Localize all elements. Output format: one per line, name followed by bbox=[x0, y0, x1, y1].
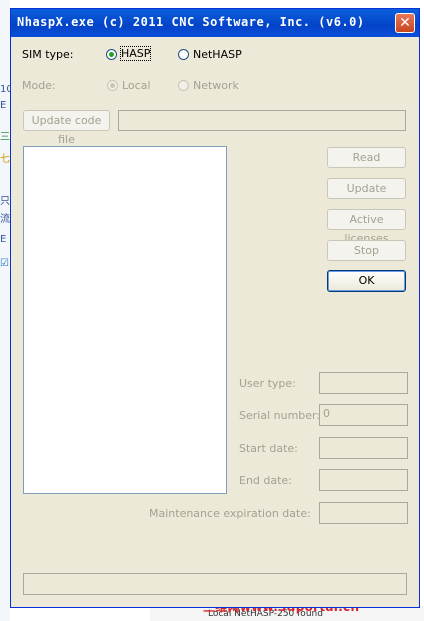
read-button[interactable]: Read bbox=[327, 147, 406, 168]
background-checkbox-icon: ☑ bbox=[0, 258, 9, 269]
status-bar bbox=[23, 573, 407, 595]
serial-number-field[interactable]: 0 bbox=[319, 404, 408, 426]
start-date-field[interactable] bbox=[319, 437, 408, 459]
close-button[interactable]: ✕ bbox=[395, 13, 415, 33]
mode-label: Mode: bbox=[22, 79, 56, 92]
mode-network-label[interactable]: Network bbox=[193, 79, 239, 92]
radio-selected-dot bbox=[110, 83, 115, 88]
code-file-path-field[interactable] bbox=[118, 110, 406, 131]
sim-type-nethasp-label[interactable]: NetHASP bbox=[193, 48, 242, 61]
background-text-fragment: 七 bbox=[0, 154, 10, 165]
window-title: NhaspX.exe (c) 2011 CNC Software, Inc. (… bbox=[17, 15, 365, 29]
read-button-label: Read bbox=[352, 151, 381, 164]
maintenance-expiration-field[interactable] bbox=[319, 502, 408, 524]
serial-number-label: Serial number: bbox=[239, 409, 321, 422]
start-date-label: Start date: bbox=[239, 442, 298, 455]
mode-local-label[interactable]: Local bbox=[122, 79, 151, 92]
stop-button-label: Stop bbox=[353, 244, 379, 257]
maintenance-expiration-label: Maintenance expiration date: bbox=[149, 507, 311, 520]
update-button-label: Update bbox=[346, 182, 387, 195]
background-text-fragment: E bbox=[0, 100, 7, 111]
output-listbox[interactable] bbox=[23, 146, 227, 494]
background-text-fragment: 流 bbox=[0, 214, 10, 225]
sim-type-hasp-radio[interactable] bbox=[106, 49, 117, 60]
sim-type-nethasp-radio[interactable] bbox=[178, 49, 189, 60]
title-bar[interactable]: NhaspX.exe (c) 2011 CNC Software, Inc. (… bbox=[11, 9, 419, 37]
background-text-fragment: E bbox=[0, 234, 7, 245]
user-type-label: User type: bbox=[239, 377, 296, 390]
mode-local-radio[interactable] bbox=[107, 80, 118, 91]
sim-type-label: SIM type: bbox=[22, 48, 74, 61]
update-code-file-label: Update code file bbox=[31, 114, 102, 146]
mode-network-radio[interactable] bbox=[178, 80, 189, 91]
user-type-field[interactable] bbox=[319, 372, 408, 394]
active-licenses-button[interactable]: Active licenses bbox=[327, 209, 406, 245]
end-date-label: End date: bbox=[239, 474, 292, 487]
stop-button[interactable]: Stop bbox=[327, 240, 406, 261]
ok-button-label: OK bbox=[358, 274, 375, 287]
end-date-field[interactable] bbox=[319, 469, 408, 491]
background-text-fragment: 只 bbox=[0, 196, 10, 207]
nhaspx-dialog: NhaspX.exe (c) 2011 CNC Software, Inc. (… bbox=[10, 8, 420, 608]
radio-selected-dot bbox=[109, 52, 114, 57]
close-icon: ✕ bbox=[399, 15, 411, 31]
update-button[interactable]: Update bbox=[327, 178, 406, 199]
sim-type-hasp-label[interactable]: HASP bbox=[119, 46, 152, 61]
update-code-file-button[interactable]: Update code file bbox=[23, 110, 110, 146]
ok-button[interactable]: OK bbox=[327, 270, 406, 292]
